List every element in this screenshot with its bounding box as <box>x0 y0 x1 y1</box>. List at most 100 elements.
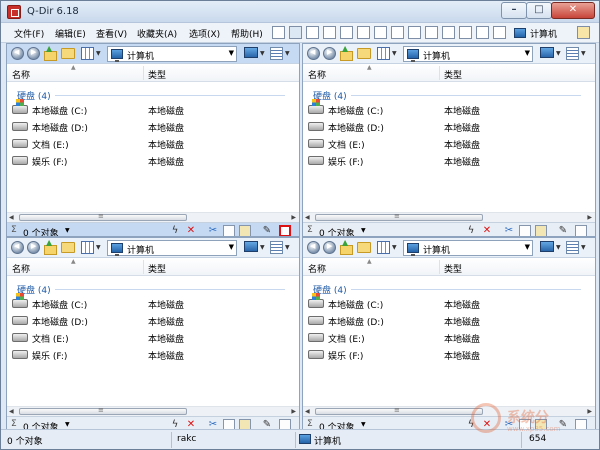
column-name-header[interactable]: 名称 <box>308 262 326 275</box>
column-name-header[interactable]: 名称 <box>12 68 30 81</box>
paste-icon[interactable] <box>535 225 547 236</box>
chevron-down-icon[interactable]: ▼ <box>361 227 366 234</box>
drive-row[interactable]: 本地磁盘 (C:) 本地磁盘 <box>308 99 588 117</box>
title-bar[interactable]: Q-Dir 6.18 – □ ✕ <box>1 1 599 23</box>
menu-file[interactable]: 文件(F) <box>14 27 44 40</box>
lightning-icon[interactable]: ϟ <box>465 225 477 236</box>
address-bar[interactable]: 计算机 ▼ <box>403 240 533 256</box>
layout-three-icon[interactable] <box>340 26 353 39</box>
drive-row[interactable]: 本地磁盘 (C:) 本地磁盘 <box>308 293 588 311</box>
cut-icon[interactable]: ✂ <box>503 225 515 236</box>
folder-up-icon[interactable] <box>43 238 57 255</box>
horizontal-scrollbar[interactable]: ◀▶ <box>303 212 595 222</box>
properties-icon[interactable] <box>279 225 291 236</box>
drive-row[interactable]: 娱乐 (F:) 本地磁盘 <box>308 347 588 362</box>
folder-icon[interactable] <box>61 242 75 253</box>
folder-icon[interactable] <box>357 242 371 253</box>
menu-edit[interactable]: 编辑(E) <box>55 27 86 40</box>
chevron-down-icon[interactable]: ▼ <box>361 421 366 428</box>
back-arrow-icon[interactable] <box>11 241 24 254</box>
forward-arrow-icon[interactable] <box>323 241 336 254</box>
horizontal-scrollbar[interactable]: ◀▶ <box>7 212 299 222</box>
view-mode-icon[interactable] <box>81 47 94 60</box>
forward-arrow-icon[interactable] <box>27 241 40 254</box>
view-mode-icon[interactable] <box>81 241 94 254</box>
layout-horizontal-icon[interactable] <box>323 26 336 39</box>
scroll-left-icon[interactable]: ◀ <box>9 214 14 221</box>
menu-options[interactable]: 选项(X) <box>189 27 220 40</box>
layout-grid-icon[interactable] <box>272 26 285 39</box>
address-bar[interactable]: 计算机 ▼ <box>107 240 237 256</box>
drive-row[interactable]: 本地磁盘 (D:) 本地磁盘 <box>12 313 292 328</box>
list-view-icon[interactable] <box>566 47 579 60</box>
scroll-thumb[interactable] <box>315 406 483 415</box>
forward-arrow-icon[interactable] <box>27 47 40 60</box>
drive-row[interactable]: 本地磁盘 (D:) 本地磁盘 <box>12 119 292 134</box>
monitor-icon[interactable] <box>540 241 554 252</box>
layout-tall-icon[interactable] <box>442 26 455 39</box>
copy-icon[interactable] <box>223 225 235 236</box>
chevron-down-icon[interactable]: ▼ <box>392 50 397 57</box>
layout-tabs-icon[interactable] <box>391 26 404 39</box>
scroll-thumb[interactable] <box>315 212 483 221</box>
column-type-header[interactable]: 类型 <box>148 262 166 275</box>
menu-help[interactable]: 帮助(H) <box>231 27 263 40</box>
chevron-down-icon[interactable]: ▼ <box>96 244 101 251</box>
scroll-left-icon[interactable]: ◀ <box>9 408 14 415</box>
layout-three-alt-icon[interactable] <box>357 26 370 39</box>
forward-arrow-icon[interactable] <box>323 47 336 60</box>
chevron-down-icon[interactable]: ▼ <box>525 49 530 57</box>
chevron-down-icon[interactable]: ▼ <box>525 243 530 251</box>
menu-view[interactable]: 查看(V) <box>96 27 127 40</box>
drive-row[interactable]: 文档 (E:) 本地磁盘 <box>12 136 292 151</box>
maximize-button[interactable]: □ <box>526 2 552 19</box>
chevron-down-icon[interactable]: ▼ <box>96 50 101 57</box>
drive-row[interactable]: 本地磁盘 (C:) 本地磁盘 <box>12 293 292 311</box>
back-arrow-icon[interactable] <box>307 241 320 254</box>
pane-top-left[interactable]: ▼计算机▼▼▼名称▲类型硬盘 (4)本地磁盘 (C:)本地磁盘本地磁盘 (D:)… <box>6 43 300 237</box>
address-bar[interactable]: 计算机 ▼ <box>403 46 533 62</box>
chevron-down-icon[interactable]: ▼ <box>229 49 234 57</box>
folder-up-icon[interactable] <box>339 238 353 255</box>
view-mode-icon[interactable] <box>377 47 390 60</box>
scroll-right-icon[interactable]: ▶ <box>291 214 296 221</box>
computer-quick-button[interactable]: 计算机 <box>513 25 557 41</box>
chevron-down-icon[interactable]: ▼ <box>229 243 234 251</box>
drive-row[interactable]: 文档 (E:) 本地磁盘 <box>308 330 588 345</box>
delete-icon[interactable]: ✕ <box>481 225 493 236</box>
horizontal-scrollbar[interactable]: ◀▶ <box>7 406 299 416</box>
drive-row[interactable]: 文档 (E:) 本地磁盘 <box>12 330 292 345</box>
list-view-icon[interactable] <box>270 241 283 254</box>
paste-icon[interactable] <box>239 225 251 236</box>
edit-pencil-icon[interactable]: ✎ <box>261 225 273 236</box>
column-type-header[interactable]: 类型 <box>148 68 166 81</box>
chevron-down-icon[interactable]: ▼ <box>285 50 290 57</box>
folder-up-icon[interactable] <box>339 44 353 61</box>
drive-row[interactable]: 本地磁盘 (D:) 本地磁盘 <box>308 313 588 328</box>
chevron-down-icon[interactable]: ▼ <box>581 50 586 57</box>
layout-more-icon[interactable] <box>493 26 506 39</box>
drive-row[interactable]: 本地磁盘 (C:) 本地磁盘 <box>12 99 292 117</box>
app-icon[interactable] <box>7 5 21 19</box>
layout-single-icon[interactable] <box>374 26 387 39</box>
list-view-icon[interactable] <box>270 47 283 60</box>
delete-icon[interactable]: ✕ <box>185 225 197 236</box>
layout-extra-icon[interactable] <box>476 26 489 39</box>
scroll-left-icon[interactable]: ◀ <box>305 214 310 221</box>
scroll-right-icon[interactable]: ▶ <box>587 214 592 221</box>
layout-vertical-icon[interactable] <box>306 26 319 39</box>
pane-top-right[interactable]: ▼计算机▼▼▼名称▲类型硬盘 (4)本地磁盘 (C:)本地磁盘本地磁盘 (D:)… <box>302 43 596 237</box>
chevron-down-icon[interactable]: ▼ <box>285 244 290 251</box>
menu-favorites[interactable]: 收藏夹(A) <box>137 27 177 40</box>
chevron-down-icon[interactable]: ▼ <box>65 421 70 428</box>
scroll-right-icon[interactable]: ▶ <box>291 408 296 415</box>
chevron-down-icon[interactable]: ▼ <box>260 244 265 251</box>
column-divider[interactable] <box>143 260 144 274</box>
column-name-header[interactable]: 名称 <box>308 68 326 81</box>
drive-row[interactable]: 娱乐 (F:) 本地磁盘 <box>12 347 292 362</box>
layout-custom-icon[interactable] <box>459 26 472 39</box>
edit-pencil-icon[interactable]: ✎ <box>557 225 569 236</box>
chevron-down-icon[interactable]: ▼ <box>581 244 586 251</box>
column-divider[interactable] <box>143 66 144 80</box>
layout-quad-icon[interactable] <box>289 26 302 39</box>
